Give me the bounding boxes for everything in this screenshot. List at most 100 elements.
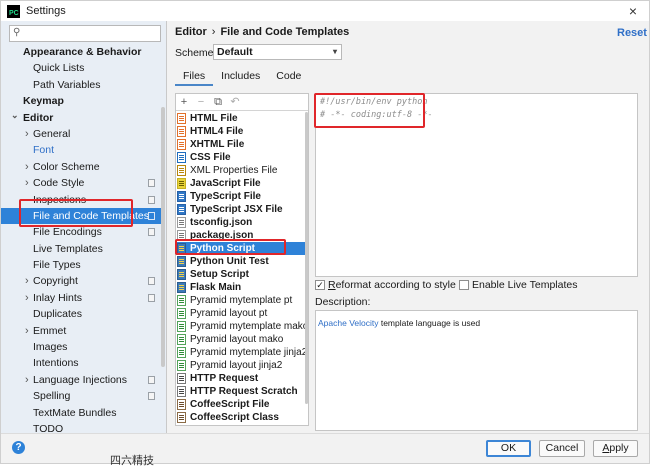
template-item[interactable]: TypeScript File xyxy=(176,190,308,203)
chevron-right-icon[interactable]: › xyxy=(25,372,29,388)
cancel-button[interactable]: Cancel xyxy=(539,440,585,457)
template-item[interactable]: package.json xyxy=(176,229,308,242)
template-item[interactable]: HTTP Request xyxy=(176,372,308,385)
template-item[interactable]: Pyramid mytemplate pt xyxy=(176,294,308,307)
title-bar: PC Settings × xyxy=(1,1,649,21)
template-item-label: Pyramid layout mako xyxy=(190,334,284,345)
sidebar-item-textmate-bundles[interactable]: TextMate Bundles xyxy=(1,405,161,421)
chevron-down-icon[interactable]: ⌄ xyxy=(11,107,19,123)
sidebar-item-file-and-code-templates[interactable]: File and Code Templates xyxy=(1,207,161,225)
ok-button[interactable]: OK xyxy=(486,440,531,457)
template-item[interactable]: Pyramid layout jinja2 xyxy=(176,359,308,372)
live-templates-option[interactable]: Enable Live Templates xyxy=(459,279,577,291)
sidebar-item-label: Color Scheme xyxy=(33,160,100,173)
sidebar-scrollbar[interactable] xyxy=(161,107,165,367)
add-icon[interactable]: + xyxy=(179,96,189,108)
chevron-right-icon[interactable]: › xyxy=(25,323,29,339)
sidebar-item-general[interactable]: › General xyxy=(1,126,161,142)
chevron-right-icon[interactable]: › xyxy=(25,273,29,289)
template-item[interactable]: TypeScript JSX File xyxy=(176,203,308,216)
template-item[interactable]: CoffeeScript File xyxy=(176,398,308,411)
chevron-right-icon[interactable]: › xyxy=(25,126,29,142)
template-item[interactable]: HTTP Request Scratch xyxy=(176,385,308,398)
python-file-icon xyxy=(177,282,186,293)
pycharm-app-icon: PC xyxy=(7,4,20,18)
sidebar-item-spelling[interactable]: Spelling xyxy=(1,388,161,404)
templates-scrollbar[interactable] xyxy=(305,112,308,404)
template-item-label: Pyramid mytemplate jinja2 xyxy=(190,347,308,358)
sidebar-item-language-injections[interactable]: › Language Injections xyxy=(1,372,161,388)
template-item-label: Python Unit Test xyxy=(190,256,269,267)
breadcrumb-root[interactable]: Editor xyxy=(175,26,207,38)
sidebar-item-keymap[interactable]: Keymap xyxy=(1,93,161,109)
template-item[interactable]: HTML File xyxy=(176,112,308,125)
template-item[interactable]: CSS File xyxy=(176,151,308,164)
sidebar-item-code-style[interactable]: › Code Style xyxy=(1,175,161,191)
settings-search[interactable]: ⚲ xyxy=(9,25,161,42)
reset-template-icon[interactable]: ↶ xyxy=(230,96,240,108)
template-item[interactable]: tsconfig.json xyxy=(176,216,308,229)
chevron-right-icon[interactable]: › xyxy=(25,175,29,191)
project-copy-icon xyxy=(148,293,155,302)
chevron-right-icon[interactable]: › xyxy=(25,290,29,306)
sidebar-item-font[interactable]: Font xyxy=(1,142,161,158)
template-item[interactable]: CoffeeScript Class xyxy=(176,411,308,424)
close-icon[interactable]: × xyxy=(629,3,637,19)
template-item[interactable]: Flask Main xyxy=(176,281,308,294)
sidebar-item-editor[interactable]: ⌄ Editor xyxy=(1,110,161,126)
help-icon[interactable]: ? xyxy=(12,441,25,454)
json-file-icon xyxy=(177,230,186,241)
sidebar-item-path-variables[interactable]: Path Variables xyxy=(1,77,161,93)
search-input[interactable] xyxy=(24,27,154,40)
template-item[interactable]: Pyramid layout mako xyxy=(176,333,308,346)
template-item[interactable]: Python Unit Test xyxy=(176,255,308,268)
tab-files[interactable]: Files xyxy=(175,68,214,86)
template-item[interactable]: XHTML File xyxy=(176,138,308,151)
template-item[interactable]: Pyramid mytemplate mako xyxy=(176,320,308,333)
sidebar-item-quick-lists[interactable]: Quick Lists xyxy=(1,60,161,76)
sidebar-item-live-templates[interactable]: Live Templates xyxy=(1,241,161,257)
reset-link[interactable]: Reset xyxy=(617,27,647,39)
project-copy-icon xyxy=(148,375,155,384)
sidebar-item-duplicates[interactable]: Duplicates xyxy=(1,306,161,322)
sidebar-item-inlay-hints[interactable]: › Inlay Hints xyxy=(1,290,161,306)
scheme-select[interactable]: Default ▾ xyxy=(213,44,342,60)
template-item[interactable]: JavaScript File xyxy=(176,177,308,190)
tab-code[interactable]: Code xyxy=(268,68,309,86)
xml-file-icon xyxy=(177,165,186,176)
sidebar-item-images[interactable]: Images xyxy=(1,339,161,355)
reformat-checkbox[interactable]: ✓ xyxy=(315,280,325,290)
pyramid-file-icon xyxy=(177,334,186,345)
pyramid-file-icon xyxy=(177,360,186,371)
template-item[interactable]: Pyramid mytemplate jinja2 xyxy=(176,346,308,359)
sidebar-item-inspections[interactable]: Inspections xyxy=(1,192,161,208)
remove-icon[interactable]: − xyxy=(196,96,206,108)
template-item[interactable]: Setup Script xyxy=(176,268,308,281)
sidebar-item-file-types[interactable]: File Types xyxy=(1,257,161,273)
velocity-link[interactable]: Apache Velocity xyxy=(318,318,378,328)
chevron-right-icon[interactable]: › xyxy=(25,159,29,175)
template-item[interactable]: XML Properties File xyxy=(176,164,308,177)
coffeescript-file-icon xyxy=(177,412,186,423)
sidebar-item-intentions[interactable]: Intentions xyxy=(1,355,161,371)
sidebar-item-emmet[interactable]: › Emmet xyxy=(1,323,161,339)
reformat-option[interactable]: ✓ Reformat according to style xyxy=(315,279,456,291)
sidebar-item-file-encodings[interactable]: File Encodings xyxy=(1,224,161,240)
live-templates-checkbox[interactable] xyxy=(459,280,469,290)
apply-button[interactable]: Apply xyxy=(593,440,638,457)
html-file-icon xyxy=(177,113,186,124)
sidebar-item-label: Path Variables xyxy=(33,78,101,91)
template-item-label: XHTML File xyxy=(190,139,245,150)
sidebar-item-copyright[interactable]: › Copyright xyxy=(1,273,161,289)
copy-template-icon[interactable]: ⧉ xyxy=(213,96,223,108)
template-item[interactable]: HTML4 File xyxy=(176,125,308,138)
template-item[interactable]: Pyramid layout pt xyxy=(176,307,308,320)
tab-includes[interactable]: Includes xyxy=(213,68,268,86)
sidebar-item-color-scheme[interactable]: › Color Scheme xyxy=(1,159,161,175)
template-editor[interactable]: #!/usr/bin/env python # -*- coding:utf-8… xyxy=(315,93,638,277)
sidebar-item-appearance-behavior[interactable]: Appearance & Behavior xyxy=(1,44,161,60)
template-item[interactable]: Python Script xyxy=(176,242,308,255)
template-item-label: CSS File xyxy=(190,152,231,163)
sidebar-item-label: Inspections xyxy=(33,193,87,206)
chevron-down-icon: ▾ xyxy=(332,47,337,56)
